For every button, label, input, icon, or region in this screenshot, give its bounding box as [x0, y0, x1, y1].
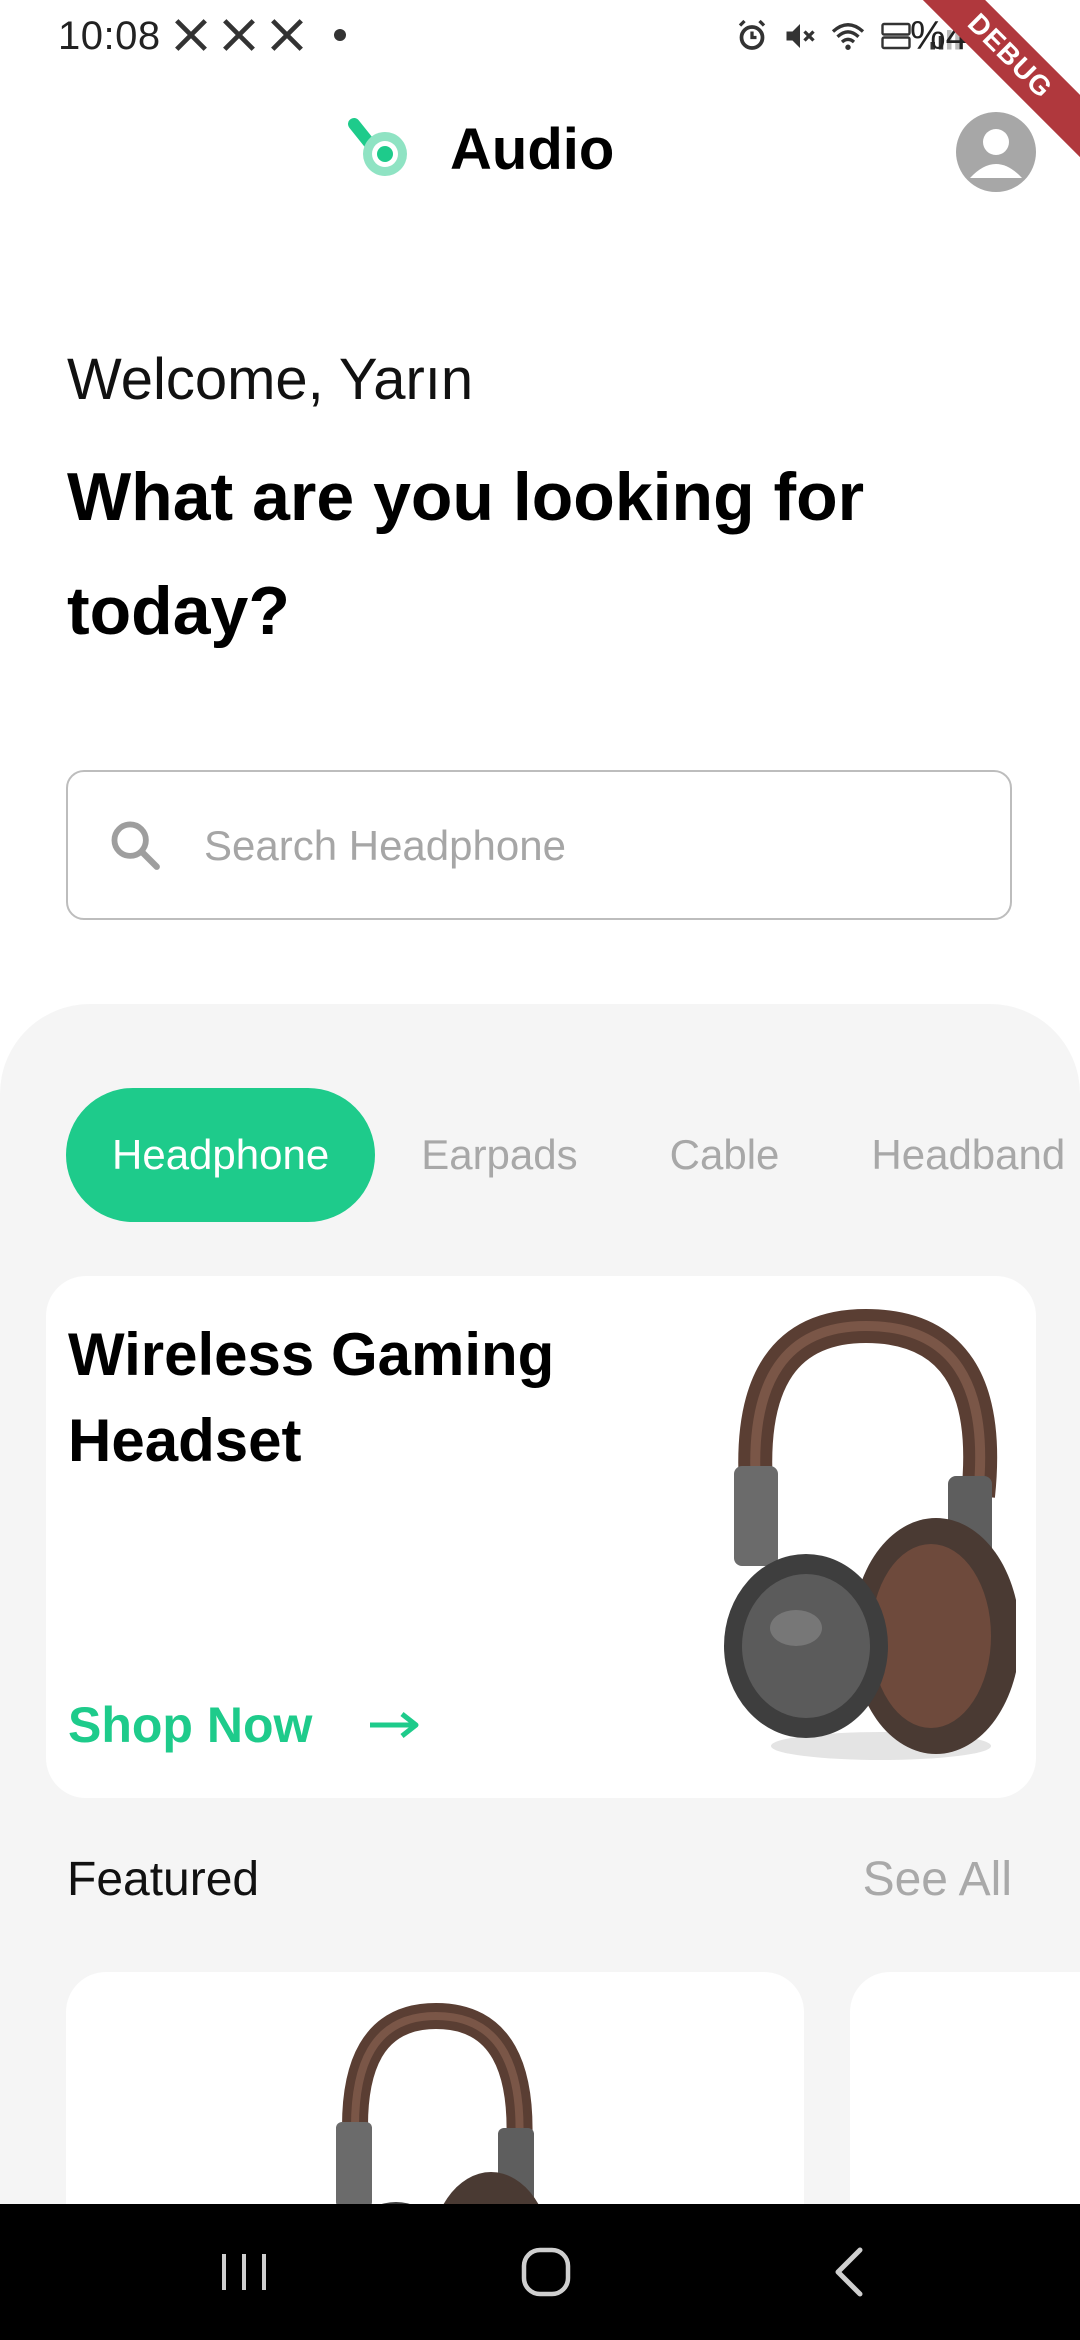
status-bar: 10:08 %40 DEBUG	[0, 0, 1080, 164]
app-screen: 10:08 %40 DEBUG Audio Welcome, Yarın Wha…	[0, 0, 1080, 2340]
headphone-logo-icon	[348, 118, 407, 176]
mute-icon	[786, 24, 815, 48]
person-icon	[970, 129, 1022, 178]
recents-icon[interactable]	[210, 2238, 278, 2306]
tab-headband[interactable]: Headband	[825, 1088, 1080, 1222]
search-icon	[111, 821, 160, 870]
home-icon[interactable]	[512, 2238, 580, 2306]
x-icon	[271, 19, 303, 51]
promo-card[interactable]: Wireless Gaming Headset Shop Now	[46, 1276, 1036, 1798]
arrow-right-icon	[370, 1712, 419, 1738]
featured-title: Featured	[67, 1853, 260, 1906]
x-icon	[223, 19, 255, 51]
wifi-icon	[831, 23, 865, 50]
tab-headphone[interactable]: Headphone	[66, 1088, 376, 1222]
system-nav-bar	[0, 2204, 1080, 2340]
x-icon	[175, 19, 207, 51]
headphone-image	[724, 1308, 1016, 1760]
category-tabs: Headphone Earpads Cable Headband	[66, 1088, 1080, 1222]
search-input[interactable]	[202, 802, 966, 890]
see-all-link[interactable]: See All	[863, 1852, 1012, 1907]
volte-icon	[881, 22, 911, 50]
back-icon[interactable]	[816, 2238, 884, 2306]
shop-now-link[interactable]: Shop Now	[68, 1696, 420, 1754]
alarm-icon	[738, 19, 766, 50]
user-avatar-icon[interactable]	[956, 112, 1036, 192]
tab-earpads[interactable]: Earpads	[375, 1088, 623, 1222]
page-headline: What are you looking for today?	[67, 459, 865, 649]
notification-icons	[172, 16, 346, 54]
welcome-text: Welcome, Yarın	[67, 347, 474, 412]
search-box[interactable]	[66, 770, 1012, 920]
promo-title: Wireless Gaming Headset	[68, 1321, 555, 1474]
status-time: 10:08	[58, 14, 161, 58]
shop-now-label: Shop Now	[68, 1697, 313, 1753]
dot-icon	[334, 29, 346, 41]
tab-cable[interactable]: Cable	[624, 1088, 826, 1222]
app-title: Audio	[450, 117, 615, 182]
